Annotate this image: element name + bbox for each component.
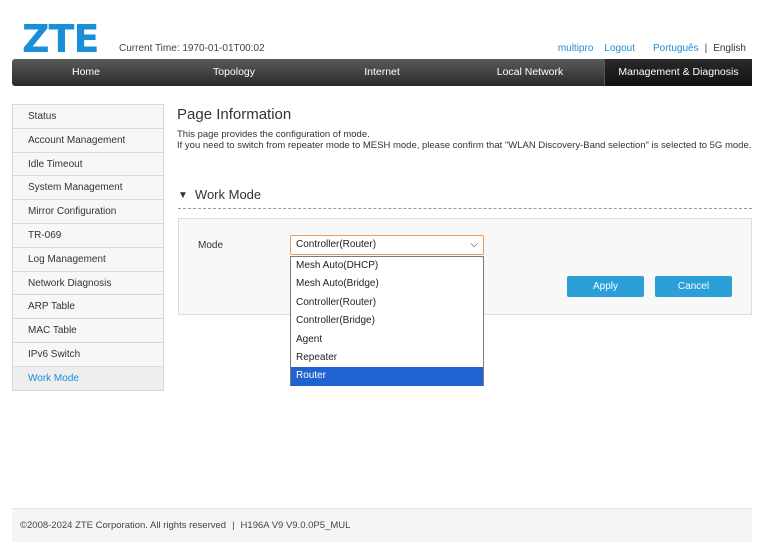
nav-local-network[interactable]: Local Network bbox=[456, 59, 604, 86]
mode-option[interactable]: Repeater bbox=[291, 349, 483, 367]
sidebar-item-network-diagnosis[interactable]: Network Diagnosis bbox=[13, 271, 163, 296]
mode-option[interactable]: Mesh Auto(Bridge) bbox=[291, 275, 483, 293]
sidebar-item-work-mode[interactable]: Work Mode bbox=[13, 366, 163, 391]
collapse-triangle-icon: ▼ bbox=[178, 190, 188, 201]
current-time: Current Time: 1970-01-01T00:02 bbox=[119, 43, 265, 54]
mode-select-value: Controller(Router) bbox=[296, 239, 377, 250]
description-line-1: This page provides the configuration of … bbox=[177, 129, 370, 140]
sidebar-item-ipv6-switch[interactable]: IPv6 Switch bbox=[13, 342, 163, 367]
mode-option[interactable]: Controller(Router) bbox=[291, 294, 483, 312]
mode-dropdown-list: Mesh Auto(DHCP) Mesh Auto(Bridge) Contro… bbox=[290, 256, 484, 386]
mode-label: Mode bbox=[198, 240, 224, 251]
mode-option[interactable]: Mesh Auto(DHCP) bbox=[291, 257, 483, 275]
username-link[interactable]: multipro bbox=[558, 43, 594, 54]
section-header-work-mode[interactable]: ▼ Work Mode bbox=[178, 187, 752, 209]
chevron-down-icon: ⌵ bbox=[470, 239, 478, 250]
logout-link[interactable]: Logout bbox=[604, 43, 635, 54]
mode-option[interactable]: Controller(Bridge) bbox=[291, 312, 483, 330]
nav-internet[interactable]: Internet bbox=[308, 59, 456, 86]
nav-home[interactable]: Home bbox=[12, 59, 160, 86]
sidebar-item-status[interactable]: Status bbox=[13, 105, 163, 129]
sidebar-item-account-management[interactable]: Account Management bbox=[13, 128, 163, 153]
copyright-text: ©2008-2024 ZTE Corporation. All rights r… bbox=[20, 520, 227, 531]
sidebar-item-arp-table[interactable]: ARP Table bbox=[13, 295, 163, 320]
lang-portuguese-link[interactable]: Português bbox=[653, 43, 699, 54]
lang-separator: | bbox=[704, 43, 708, 54]
cancel-button[interactable]: Cancel bbox=[655, 276, 732, 297]
sidebar-item-log-management[interactable]: Log Management bbox=[13, 247, 163, 272]
section-title: Work Mode bbox=[194, 187, 262, 202]
apply-button[interactable]: Apply bbox=[567, 276, 644, 297]
sidebar-item-tr069[interactable]: TR-069 bbox=[13, 223, 163, 248]
description-line-2: If you need to switch from repeater mode… bbox=[177, 140, 752, 151]
page-title: Page Information bbox=[177, 106, 292, 123]
sidebar-item-system-management[interactable]: System Management bbox=[13, 176, 163, 201]
sidebar: Status Account Management Idle Timeout S… bbox=[12, 104, 164, 391]
main-nav: Home Topology Internet Local Network Man… bbox=[12, 59, 752, 86]
nav-management-diagnosis[interactable]: Management & Diagnosis bbox=[604, 59, 752, 86]
sidebar-item-mirror-configuration[interactable]: Mirror Configuration bbox=[13, 200, 163, 224]
lang-english[interactable]: English bbox=[713, 43, 746, 54]
firmware-version: H196A V9 V9.0.0P5_MUL bbox=[240, 520, 351, 531]
footer: ©2008-2024 ZTE Corporation. All rights r… bbox=[12, 508, 752, 542]
mode-option-highlighted[interactable]: Router bbox=[291, 367, 483, 386]
footer-separator: | bbox=[232, 520, 235, 531]
nav-topology[interactable]: Topology bbox=[160, 59, 308, 86]
mode-option[interactable]: Agent bbox=[291, 331, 483, 349]
sidebar-item-idle-timeout[interactable]: Idle Timeout bbox=[13, 152, 163, 177]
top-links: multipro Logout Português | English bbox=[547, 43, 746, 54]
page-description: This page provides the configuration of … bbox=[177, 129, 757, 151]
mode-select[interactable]: Controller(Router) ⌵ bbox=[290, 235, 484, 255]
zte-logo: ZTE bbox=[22, 17, 99, 61]
sidebar-item-mac-table[interactable]: MAC Table bbox=[13, 319, 163, 343]
